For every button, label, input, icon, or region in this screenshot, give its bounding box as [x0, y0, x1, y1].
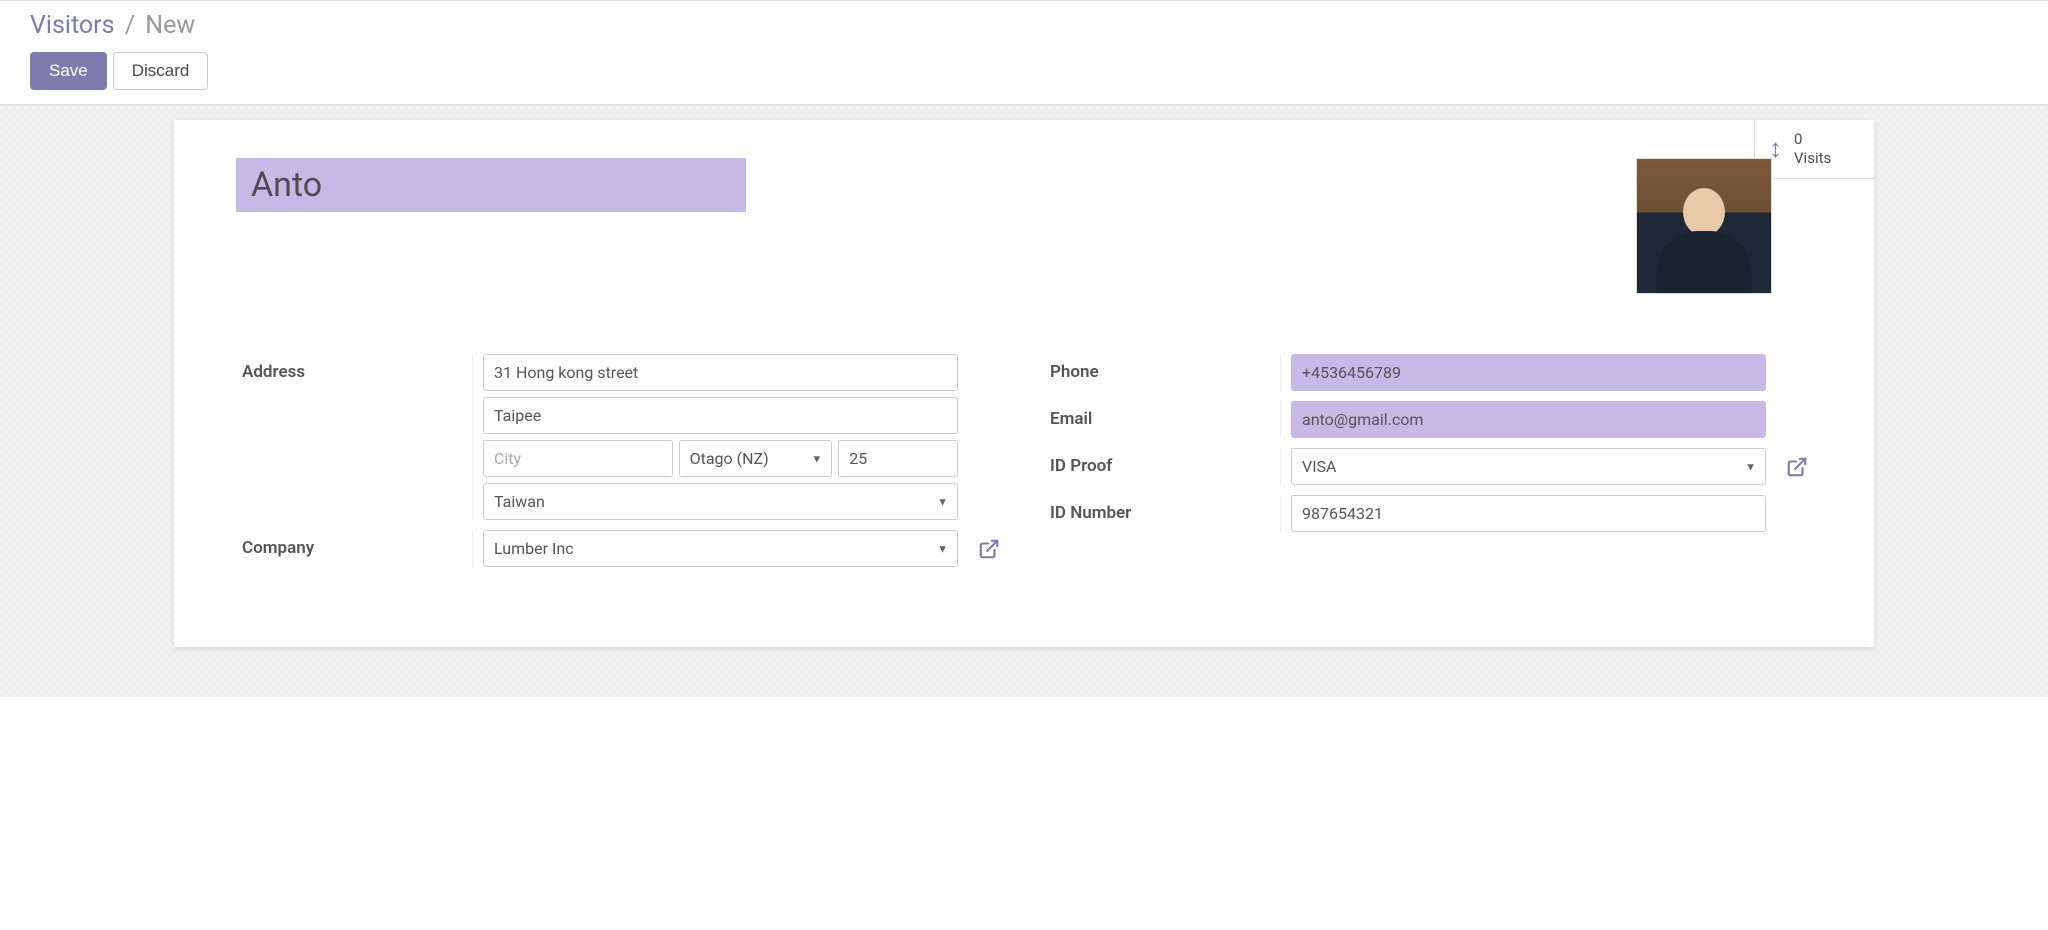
id-number-label: ID Number: [1044, 495, 1264, 532]
email-label: Email: [1044, 401, 1264, 438]
company-select[interactable]: [483, 530, 958, 567]
breadcrumb: Visitors / New: [30, 11, 2018, 40]
left-column: Address ▼ ▼: [236, 354, 1004, 567]
city-input[interactable]: [483, 440, 673, 477]
breadcrumb-separator: /: [125, 11, 135, 40]
external-link-icon: [1786, 456, 1808, 478]
company-field: ▼: [472, 530, 958, 567]
action-buttons: Save Discard: [30, 52, 2018, 90]
address-fields: ▼ ▼: [472, 354, 958, 520]
form-sheet: ↕ 0 Visits Address: [174, 120, 1874, 647]
save-button[interactable]: Save: [30, 52, 107, 90]
content-area: ↕ 0 Visits Address: [0, 105, 2048, 697]
address-label: Address: [236, 354, 456, 520]
zip-input[interactable]: [838, 440, 958, 477]
visits-count: 0: [1794, 130, 1831, 149]
breadcrumb-current: New: [145, 11, 195, 40]
company-label: Company: [236, 530, 456, 567]
street1-input[interactable]: [483, 354, 958, 391]
company-external-link[interactable]: [974, 530, 1004, 567]
avatar-image[interactable]: [1636, 158, 1772, 294]
state-select[interactable]: [679, 440, 833, 477]
id-proof-label: ID Proof: [1044, 448, 1264, 485]
title-row: [236, 158, 1812, 294]
phone-input[interactable]: [1291, 354, 1766, 391]
name-input[interactable]: [236, 158, 746, 212]
right-column: Phone Email ID Proof ▼: [1044, 354, 1812, 567]
email-input[interactable]: [1291, 401, 1766, 438]
country-select[interactable]: [483, 483, 958, 520]
form-columns: Address ▼ ▼: [236, 354, 1812, 567]
phone-label: Phone: [1044, 354, 1264, 391]
visits-label: Visits: [1794, 149, 1831, 168]
breadcrumb-root-link[interactable]: Visitors: [30, 11, 115, 40]
id-proof-external-link[interactable]: [1782, 448, 1812, 485]
external-link-icon: [978, 538, 1000, 560]
control-panel: Visitors / New Save Discard: [0, 0, 2048, 105]
visits-stat-button[interactable]: ↕ 0 Visits: [1754, 120, 1874, 179]
discard-button[interactable]: Discard: [113, 52, 209, 90]
id-number-input[interactable]: [1291, 495, 1766, 532]
id-proof-select[interactable]: [1291, 448, 1766, 485]
street2-input[interactable]: [483, 397, 958, 434]
